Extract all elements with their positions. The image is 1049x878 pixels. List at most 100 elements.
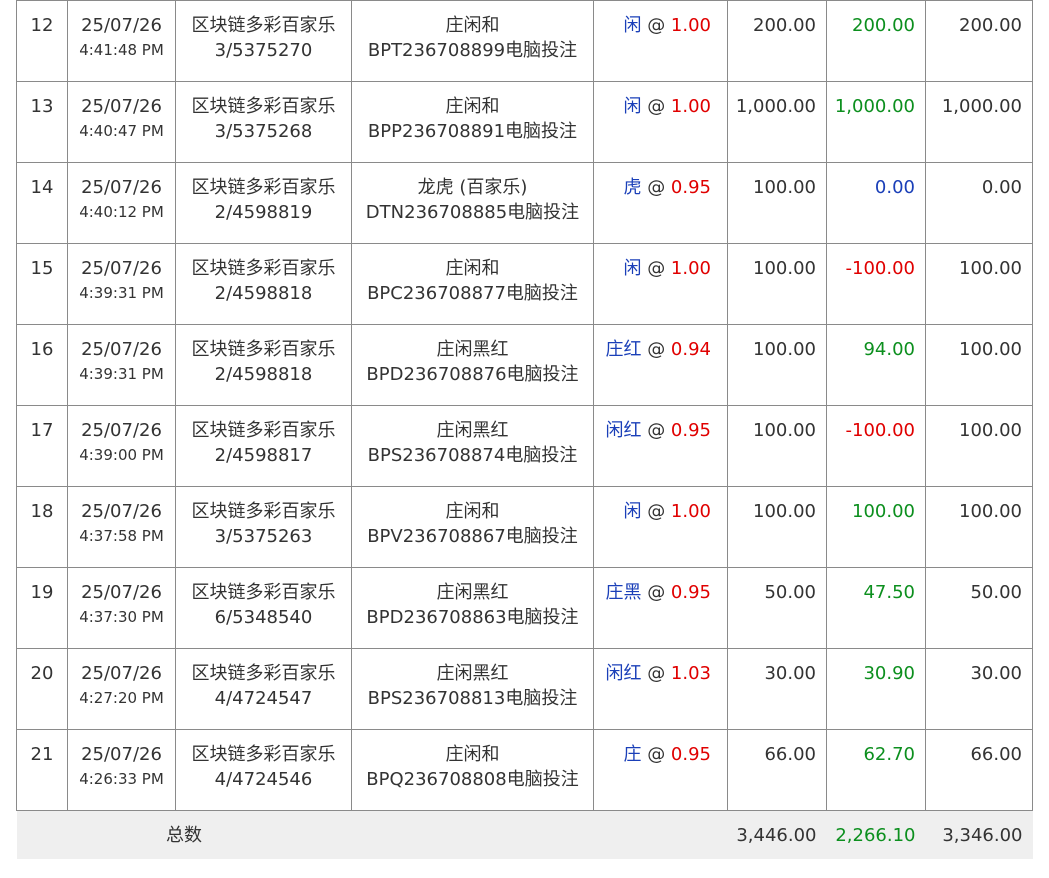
bet-time: 4:37:58 PM: [79, 527, 164, 545]
table-row: 18 25/07/26 4:37:58 PM 区块链多彩百家乐 3/5375263 …: [16, 486, 1033, 568]
bet-type-cell: 庄闲和 BPV236708867电脑投注: [351, 486, 594, 568]
bet-date: 25/07/26: [81, 15, 162, 36]
bet-date: 25/07/26: [81, 177, 162, 198]
win-loss-amount: -100.00: [826, 405, 926, 487]
bet-time: 4:37:30 PM: [79, 608, 164, 626]
at-sign: @: [647, 744, 666, 765]
bet-type-cell: 庄闲黑红 BPS236708813电脑投注: [351, 648, 594, 730]
win-loss-amount: 94.00: [826, 324, 926, 406]
stake-amount: 100.00: [727, 324, 827, 406]
bet-type-cell: 庄闲和 BPQ236708808电脑投注: [351, 729, 594, 811]
game-name: 区块链多彩百家乐: [191, 582, 336, 603]
ticket-id: BPP236708891电脑投注: [367, 121, 578, 142]
selection-cell: 闲 @ 1.00: [593, 243, 728, 325]
row-number: 20: [16, 648, 68, 730]
ticket-id: BPV236708867电脑投注: [367, 526, 578, 547]
at-sign: @: [647, 420, 666, 441]
bet-time-cell: 25/07/26 4:39:00 PM: [67, 405, 176, 487]
ticket-id: BPS236708813电脑投注: [367, 688, 578, 709]
valid-bet-amount: 50.00: [925, 567, 1033, 649]
game-name: 区块链多彩百家乐: [191, 339, 336, 360]
table-row: 17 25/07/26 4:39:00 PM 区块链多彩百家乐 2/4598817 …: [16, 405, 1033, 487]
at-sign: @: [647, 177, 666, 198]
round-id: 4/4724547: [214, 688, 313, 709]
bet-time: 4:27:20 PM: [79, 689, 164, 707]
win-loss-amount: 30.90: [826, 648, 926, 730]
row-number: 17: [16, 405, 68, 487]
odds: 1.00: [670, 258, 711, 279]
selection-cell: 闲红 @ 0.95: [593, 405, 728, 487]
stake-amount: 100.00: [727, 243, 827, 325]
valid-bet-amount: 100.00: [925, 324, 1033, 406]
bet-date: 25/07/26: [81, 258, 162, 279]
game-name: 区块链多彩百家乐: [191, 258, 336, 279]
table-row: 20 25/07/26 4:27:20 PM 区块链多彩百家乐 4/4724547 …: [16, 648, 1033, 730]
bet-type-cell: 庄闲黑红 BPS236708874电脑投注: [351, 405, 594, 487]
table-row: 12 25/07/26 4:41:48 PM 区块链多彩百家乐 3/5375270 …: [16, 0, 1033, 82]
selection: 闲红: [605, 420, 642, 441]
table-body: 12 25/07/26 4:41:48 PM 区块链多彩百家乐 3/5375270 …: [16, 0, 1033, 859]
win-loss-amount: 62.70: [826, 729, 926, 811]
selection: 闲: [623, 96, 642, 117]
selection: 闲: [623, 15, 642, 36]
win-loss-amount: 100.00: [826, 486, 926, 568]
stake-amount: 100.00: [727, 162, 827, 244]
valid-bet-amount: 100.00: [925, 405, 1033, 487]
bet-type-cell: 庄闲黑红 BPD236708876电脑投注: [351, 324, 594, 406]
row-number: 12: [16, 0, 68, 82]
totals-spacer: [351, 810, 728, 859]
game-name: 区块链多彩百家乐: [191, 15, 336, 36]
game-cell: 区块链多彩百家乐 6/5348540: [175, 567, 352, 649]
ticket-id: BPD236708876电脑投注: [366, 364, 579, 385]
bet-type-cell: 庄闲和 BPC236708877电脑投注: [351, 243, 594, 325]
at-sign: @: [647, 15, 666, 36]
win-loss-amount: -100.00: [826, 243, 926, 325]
game-cell: 区块链多彩百家乐 4/4724546: [175, 729, 352, 811]
valid-bet-amount: 0.00: [925, 162, 1033, 244]
round-id: 3/5375268: [214, 121, 313, 142]
selection-cell: 庄黑 @ 0.95: [593, 567, 728, 649]
bet-date: 25/07/26: [81, 501, 162, 522]
bet-time-cell: 25/07/26 4:37:58 PM: [67, 486, 176, 568]
game-cell: 区块链多彩百家乐 2/4598819: [175, 162, 352, 244]
bet-time: 4:39:31 PM: [79, 284, 164, 302]
row-number: 15: [16, 243, 68, 325]
bet-date: 25/07/26: [81, 96, 162, 117]
game-name: 区块链多彩百家乐: [191, 177, 336, 198]
ticket-id: DTN236708885电脑投注: [365, 202, 580, 223]
bet-time-cell: 25/07/26 4:26:33 PM: [67, 729, 176, 811]
game-name: 区块链多彩百家乐: [191, 420, 336, 441]
bet-time: 4:41:48 PM: [79, 41, 164, 59]
ticket-id: BPD236708863电脑投注: [366, 607, 579, 628]
game-cell: 区块链多彩百家乐 4/4724547: [175, 648, 352, 730]
selection: 虎: [623, 177, 642, 198]
valid-bet-amount: 200.00: [925, 0, 1033, 82]
selection: 闲红: [605, 663, 642, 684]
row-number: 19: [16, 567, 68, 649]
total-stake: 3,446.00: [727, 810, 827, 859]
bet-type: 庄闲黑红: [436, 663, 509, 684]
stake-amount: 100.00: [727, 486, 827, 568]
row-number: 18: [16, 486, 68, 568]
game-name: 区块链多彩百家乐: [191, 501, 336, 522]
ticket-id: BPC236708877电脑投注: [367, 283, 578, 304]
bet-type: 庄闲黑红: [436, 420, 509, 441]
bet-time-cell: 25/07/26 4:41:48 PM: [67, 0, 176, 82]
win-loss-amount: 0.00: [826, 162, 926, 244]
stake-amount: 200.00: [727, 0, 827, 82]
table-row: 21 25/07/26 4:26:33 PM 区块链多彩百家乐 4/4724546 …: [16, 729, 1033, 811]
bet-time-cell: 25/07/26 4:27:20 PM: [67, 648, 176, 730]
odds: 0.94: [670, 339, 711, 360]
bet-date: 25/07/26: [81, 339, 162, 360]
bet-type-cell: 庄闲和 BPT236708899电脑投注: [351, 0, 594, 82]
odds: 1.03: [670, 663, 711, 684]
row-number: 13: [16, 81, 68, 163]
game-cell: 区块链多彩百家乐 3/5375268: [175, 81, 352, 163]
bet-type: 庄闲黑红: [436, 582, 509, 603]
selection-cell: 虎 @ 0.95: [593, 162, 728, 244]
bet-time: 4:39:31 PM: [79, 365, 164, 383]
bet-time: 4:39:00 PM: [79, 446, 164, 464]
table-row: 15 25/07/26 4:39:31 PM 区块链多彩百家乐 2/4598818 …: [16, 243, 1033, 325]
bet-date: 25/07/26: [81, 420, 162, 441]
bet-type-cell: 庄闲和 BPP236708891电脑投注: [351, 81, 594, 163]
